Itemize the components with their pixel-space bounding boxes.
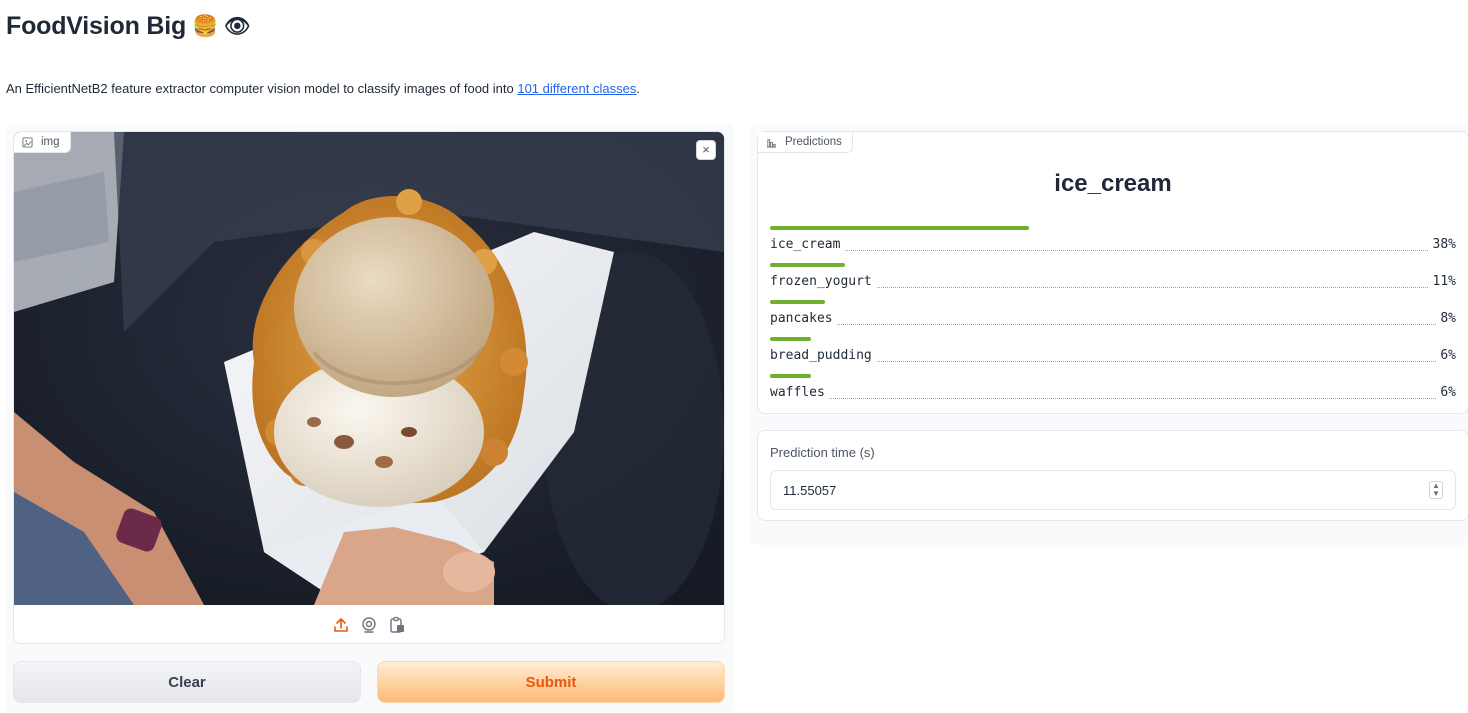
- upload-icon[interactable]: [332, 616, 350, 634]
- clear-button[interactable]: Clear: [13, 661, 361, 703]
- page-title-text: FoodVision Big: [6, 12, 187, 40]
- close-icon: ×: [702, 142, 710, 157]
- confidence-label: frozen_yogurt: [770, 274, 876, 289]
- predictions-output: Predictions ice_cream ice_cream 38% frozen…: [757, 131, 1468, 414]
- description-suffix: .: [636, 81, 640, 96]
- confidence-row[interactable]: waffles 6%: [770, 374, 1456, 408]
- image-input[interactable]: img ×: [13, 131, 725, 644]
- confidence-bar: [770, 337, 811, 341]
- dotted-leader: [770, 398, 1456, 399]
- image-input-label-text: img: [41, 136, 60, 148]
- description-text: An EfficientNetB2 feature extractor comp…: [6, 81, 518, 96]
- confidence-percent: 38%: [1428, 237, 1456, 252]
- classes-link[interactable]: 101 different classes: [517, 81, 636, 96]
- confidence-bar: [770, 263, 845, 267]
- submit-button[interactable]: Submit: [377, 661, 725, 703]
- predictions-label-text: Predictions: [785, 136, 842, 148]
- confidence-row[interactable]: frozen_yogurt 11%: [770, 263, 1456, 297]
- prediction-time-output: Prediction time (s) 11.55057 ▲ ▼: [757, 430, 1468, 521]
- confidence-label: pancakes: [770, 311, 837, 326]
- predictions-label: Predictions: [758, 132, 853, 153]
- page-title: FoodVision Big 🍔 👁: [6, 12, 251, 41]
- eye-emoji-icon: 👁: [224, 14, 251, 38]
- top-prediction: ice_cream: [1054, 170, 1172, 197]
- confidence-label: ice_cream: [770, 237, 845, 252]
- description: An EfficientNetB2 feature extractor comp…: [6, 81, 640, 96]
- confidence-row[interactable]: pancakes 8%: [770, 300, 1456, 334]
- input-panel: img × Clear Submit: [5, 124, 734, 712]
- confidence-percent: 8%: [1436, 311, 1456, 326]
- confidence-label: bread_pudding: [770, 348, 876, 363]
- prediction-time-value: 11.55057: [783, 482, 837, 498]
- confidence-bar: [770, 226, 1029, 230]
- image-input-label: img: [14, 132, 71, 153]
- confidence-percent: 6%: [1436, 348, 1456, 363]
- dotted-leader: [770, 324, 1456, 325]
- burger-emoji-icon: 🍔: [192, 14, 219, 38]
- clear-image-button[interactable]: ×: [696, 140, 716, 160]
- webcam-icon[interactable]: [360, 616, 378, 634]
- confidence-percent: 6%: [1436, 385, 1456, 400]
- image-icon: [22, 136, 33, 148]
- image-source-toolbar: [14, 605, 724, 643]
- confidence-bar: [770, 374, 811, 378]
- number-spinner-icon[interactable]: ▲ ▼: [1429, 481, 1443, 499]
- prediction-time-label: Prediction time (s): [770, 445, 875, 460]
- output-panel: Predictions ice_cream ice_cream 38% frozen…: [749, 124, 1468, 545]
- confidence-row[interactable]: ice_cream 38%: [770, 226, 1456, 260]
- confidence-percent: 11%: [1428, 274, 1456, 289]
- prediction-time-field[interactable]: 11.55057 ▲ ▼: [770, 470, 1456, 510]
- ice-cream-photo: [14, 132, 724, 605]
- bar-chart-icon: [766, 138, 777, 148]
- uploaded-image: [14, 132, 724, 605]
- confidence-row[interactable]: bread_pudding 6%: [770, 337, 1456, 371]
- clipboard-icon[interactable]: [388, 616, 406, 634]
- dotted-leader: [770, 250, 1456, 251]
- confidence-label: waffles: [770, 385, 829, 400]
- confidence-bar: [770, 300, 825, 304]
